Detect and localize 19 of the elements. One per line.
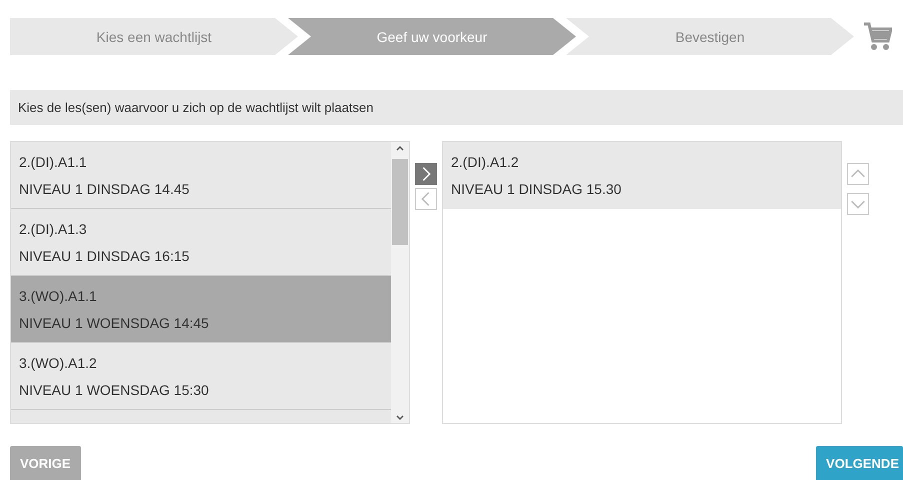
next-button[interactable]: VOLGENDE <box>816 446 903 480</box>
add-button[interactable] <box>415 163 437 185</box>
scrollbar-drawing[interactable] <box>391 142 409 423</box>
lesson-title: NIVEAU 1 WOENSDAG 14:45 <box>19 314 210 330</box>
lesson-title: NIVEAU 1 WOENSDAG 15:30 <box>19 382 210 398</box>
lesson-code: 3.(WO).A1.1 <box>19 288 98 304</box>
lesson-code: 3.(WO).A1.2 <box>19 354 98 370</box>
lesson-code: 2.(DI).A1.2 <box>451 154 520 170</box>
lesson-item[interactable]: 2.(DI).A1.2 NIVEAU 1 DINSDAG 15.30 <box>443 142 841 209</box>
lesson-code: 2.(DI).A1.3 <box>19 220 88 236</box>
lesson-code: 2.(DI).A1.1 <box>19 154 88 170</box>
step-tab[interactable]: Kies een wachtlijst <box>10 18 298 55</box>
lesson-title: NIVEAU 1 DINSDAG 15.30 <box>451 181 622 198</box>
instruction-bar: Kies de les(sen) waarvoor u zich op de wachtlijst wilt plaatsen <box>10 90 903 125</box>
lesson-item[interactable]: 3.(WO).A1.1 NIVEAU 1 WOENSDAG 14:45 <box>11 276 391 343</box>
lesson-title: NIVEAU 1 DINSDAG 16:15 <box>19 248 190 264</box>
cart-icon[interactable] <box>864 22 892 52</box>
lesson-title: NIVEAU 1 DINSDAG 14.45 <box>19 180 190 196</box>
step-tab[interactable]: Bevestigen <box>566 18 854 55</box>
